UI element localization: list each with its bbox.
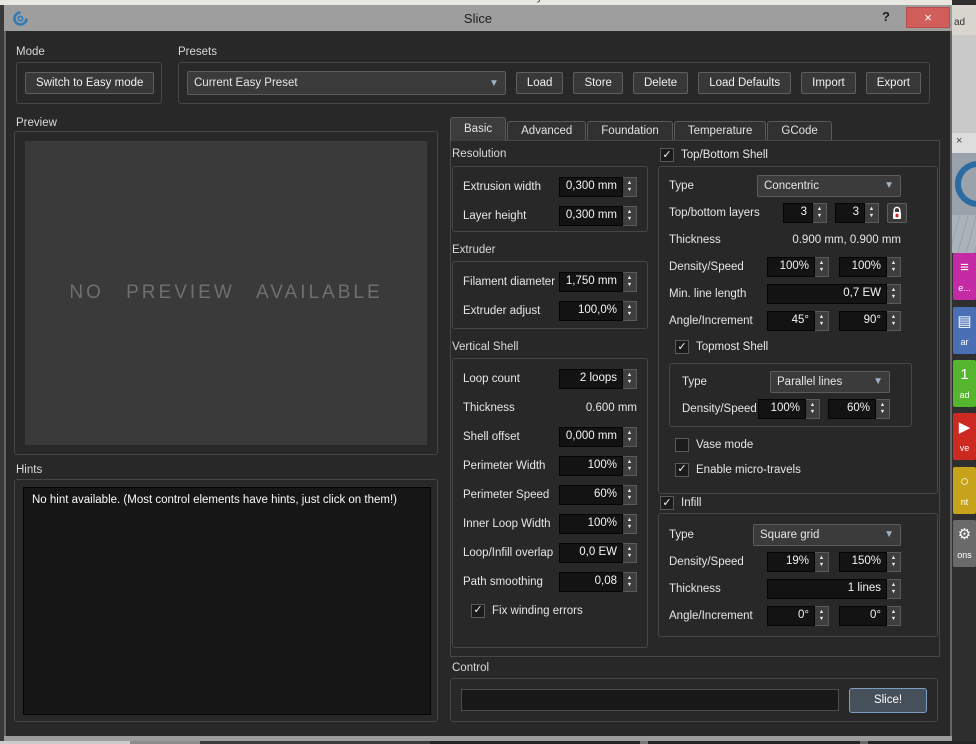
basic-tab-pane [450,140,940,657]
settings-tabs: Basic Advanced Foundation Temperature GC… [450,117,833,141]
bg-button-label: ons [953,550,976,560]
gear-icon: ⚙ [953,520,976,550]
preview-group-label: Preview [16,117,57,129]
background-window-right-strip: ad × ≡ e... ▤ ar 1 ad ▶ ve ○ nt ⚙ ons [952,0,976,744]
background-tab-fragment: ad [952,5,976,35]
background-close-tab[interactable]: × [952,133,976,153]
preset-select-value: Current Easy Preset [194,77,298,89]
mode-group: Switch to Easy mode [16,62,162,104]
tab-basic[interactable]: Basic [450,117,506,141]
bg-button-label: e... [953,283,976,293]
digit-1-icon: 1 [953,360,976,390]
store-button[interactable]: Store [573,72,623,94]
load-button[interactable]: Load [516,72,564,94]
background-panel-fragment [952,567,976,744]
tab-foundation[interactable]: Foundation [587,121,673,141]
chevron-down-icon: ▼ [489,78,499,89]
presets-group-label: Presets [178,46,217,58]
hints-area: No hint available. (Most control element… [23,487,431,715]
tab-gcode[interactable]: GCode [767,121,831,141]
background-viewport-fragment [952,153,976,253]
tab-temperature[interactable]: Temperature [674,121,767,141]
slice-progress-bar [461,689,839,711]
menu-lines-icon: ≡ [953,253,976,283]
background-text: dat [6,0,21,3]
delete-button[interactable]: Delete [633,72,688,94]
close-button[interactable]: × [906,7,950,28]
switch-easy-mode-button[interactable]: Switch to Easy mode [25,72,154,94]
load-defaults-button[interactable]: Load Defaults [698,72,791,94]
bg-toolbar-button-4[interactable]: ▶ ve [953,413,976,460]
bg-toolbar-button-5[interactable]: ○ nt [953,467,976,514]
no-preview-message: NO PREVIEW AVAILABLE [69,282,382,304]
hints-group: No hint available. (Most control element… [14,479,438,722]
hint-message: No hint available. (Most control element… [32,494,397,506]
background-toolbar-fragment [952,35,976,133]
bg-toolbar-button-2[interactable]: ▤ ar [953,307,976,354]
bg-button-label: ar [953,337,976,347]
control-group: Slice! [450,678,938,722]
bg-button-label: nt [953,497,976,507]
control-group-label: Control [452,662,489,674]
preset-select[interactable]: Current Easy Preset ▼ [187,71,506,95]
preview-area: NO PREVIEW AVAILABLE [25,141,427,445]
background-text: Otvorit [385,0,417,3]
presets-group: Current Easy Preset ▼ Load Store Delete … [178,62,930,104]
slice-button[interactable]: Slice! [849,688,927,713]
background-logo-arc [955,161,976,207]
bg-toolbar-button-6[interactable]: ⚙ ons [953,520,976,567]
dialog-title: Slice [4,11,952,26]
background-text: Note [215,0,238,3]
screen: dat Note Otvorit Vybrat ad × ≡ e... ▤ ar… [0,0,976,744]
circle-icon: ○ [953,467,976,497]
help-button[interactable]: ? [882,9,890,24]
tab-advanced[interactable]: Advanced [507,121,586,141]
play-icon: ▶ [953,413,976,443]
bg-toolbar-button-1[interactable]: ≡ e... [953,253,976,300]
bg-toolbar-button-3[interactable]: 1 ad [953,360,976,407]
background-grid [952,215,976,253]
background-text: Vybrat [530,0,561,3]
hints-group-label: Hints [16,464,42,476]
close-icon: × [924,10,932,25]
mode-group-label: Mode [16,46,45,58]
export-button[interactable]: Export [866,72,921,94]
bg-button-label: ve [953,443,976,453]
folder-icon: ▤ [953,307,976,337]
bg-button-label: ad [953,390,976,400]
dialog-titlebar[interactable]: Slice ? × [4,5,952,31]
import-button[interactable]: Import [801,72,856,94]
preview-group: NO PREVIEW AVAILABLE [14,131,438,455]
dialog-frame-bottom [4,736,952,741]
